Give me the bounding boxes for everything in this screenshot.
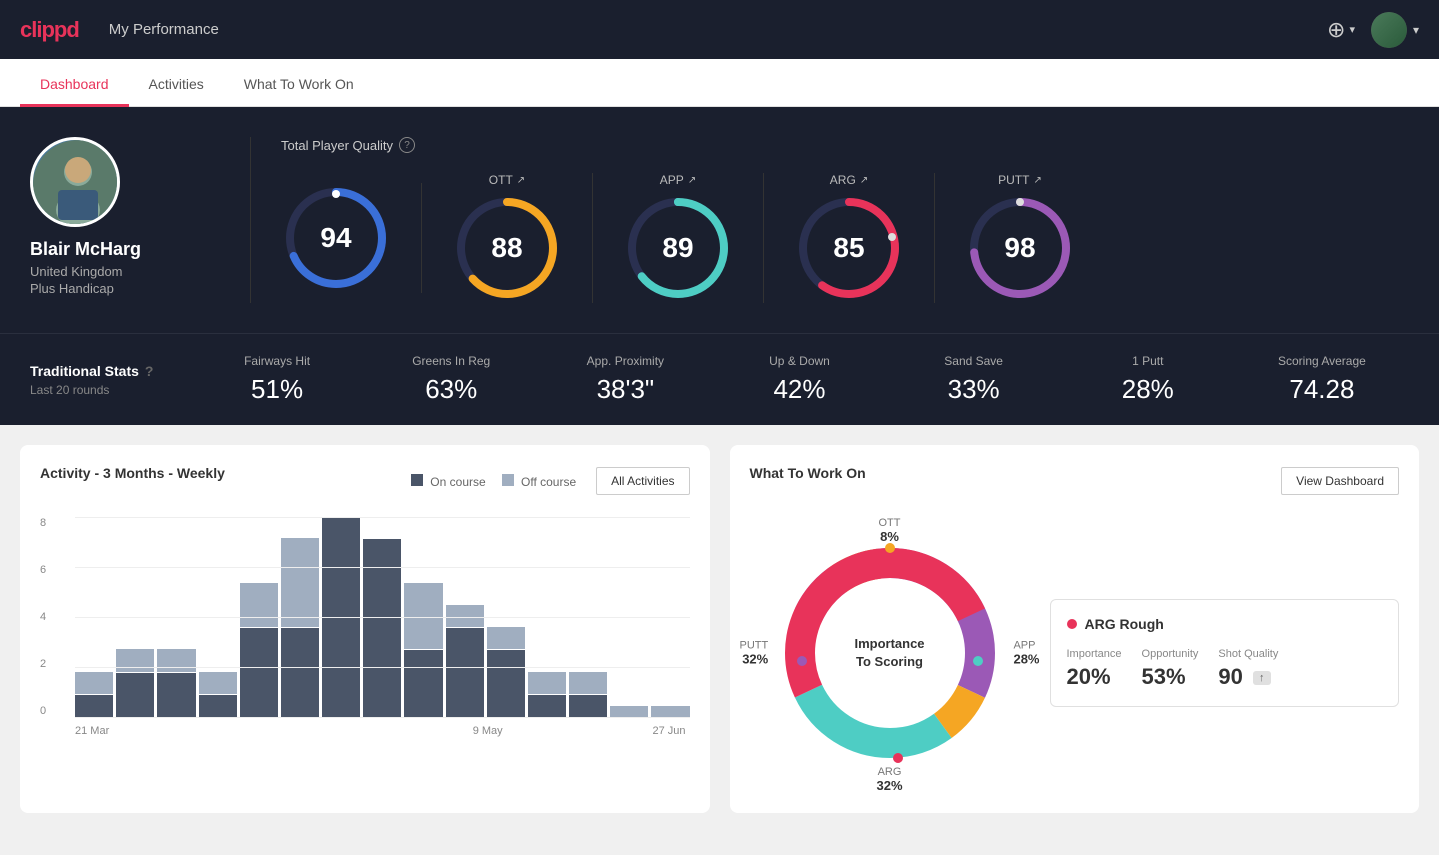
chart-wrapper: 8 6 4 2 0 21 Mar [40, 517, 690, 737]
app-donut-label: APP 28% [1013, 640, 1039, 667]
tab-what-to-work-on[interactable]: What To Work On [224, 64, 374, 107]
putt-gauge: 98 [965, 193, 1075, 303]
hero-section: Blair McHarg United Kingdom Plus Handica… [0, 107, 1439, 333]
stat-oneputt: 1 Putt 28% [1061, 354, 1235, 405]
all-activities-button[interactable]: All Activities [596, 467, 689, 495]
activity-title: Activity - 3 Months - Weekly [40, 465, 225, 481]
ott-donut-label: OTT 8% [879, 517, 901, 544]
stat-sandsave: Sand Save 33% [887, 354, 1061, 405]
info-card-title: ARG Rough [1067, 616, 1383, 632]
header-right: ⊕ ▾ ▾ [1327, 12, 1419, 48]
off-course-legend: Off course [502, 474, 576, 489]
user-dropdown-icon: ▾ [1413, 23, 1419, 37]
putt-label: PUTT ↗ [998, 173, 1042, 187]
player-handicap: Plus Handicap [30, 281, 114, 296]
what-to-work-on-card: What To Work On View Dashboard [730, 445, 1420, 813]
wtwo-header: What To Work On View Dashboard [750, 465, 1400, 497]
player-avatar-image [33, 140, 120, 227]
activity-header: Activity - 3 Months - Weekly On course O… [40, 465, 690, 497]
arg-label: ARG ↗ [830, 173, 868, 187]
avatar[interactable] [1371, 12, 1407, 48]
chart-area [75, 517, 690, 717]
stats-label: Traditional Stats ? Last 20 rounds [30, 363, 190, 397]
ott-label: OTT ↗ [489, 173, 525, 187]
stat-updown: Up & Down 42% [712, 354, 886, 405]
stats-title: Traditional Stats ? [30, 363, 190, 379]
putt-value: 98 [1004, 232, 1035, 264]
putt-donut-label: PUTT 32% [740, 640, 769, 667]
quality-help-icon[interactable]: ? [399, 137, 415, 153]
arg-metric: ARG ↗ 85 [764, 173, 935, 303]
arg-arrow-icon: ↗ [860, 175, 868, 186]
avatar-image [1371, 12, 1407, 48]
ott-metric: OTT ↗ 88 [422, 173, 593, 303]
bottom-row: Activity - 3 Months - Weekly On course O… [0, 425, 1439, 833]
activity-legend: On course Off course [411, 474, 576, 489]
header-left: clippd My Performance [20, 17, 219, 43]
info-metrics: Importance 20% Opportunity 53% Shot Qual… [1067, 648, 1383, 690]
player-info: Blair McHarg United Kingdom Plus Handica… [30, 137, 230, 296]
putt-metric: PUTT ↗ 98 [935, 173, 1105, 303]
tab-dashboard[interactable]: Dashboard [20, 64, 129, 107]
stats-section: Traditional Stats ? Last 20 rounds Fairw… [0, 333, 1439, 425]
donut-center: ImportanceTo Scoring [854, 635, 924, 671]
plus-circle-icon: ⊕ [1327, 17, 1345, 43]
shot-quality-badge: ↑ [1253, 671, 1271, 685]
opportunity-metric: Opportunity 53% [1142, 648, 1199, 690]
metrics-row: 94 OTT ↗ 88 [281, 173, 1409, 303]
app-metric: APP ↗ 89 [593, 173, 764, 303]
player-avatar [30, 137, 120, 227]
stat-proximity: App. Proximity 38'3" [538, 354, 712, 405]
arg-value: 85 [833, 232, 864, 264]
stats-help-icon[interactable]: ? [145, 363, 154, 379]
app-arrow-icon: ↗ [688, 175, 696, 186]
importance-metric: Importance 20% [1067, 648, 1122, 690]
ott-gauge: 88 [452, 193, 562, 303]
header: clippd My Performance ⊕ ▾ ▾ [0, 0, 1439, 59]
grid-lines [75, 517, 690, 717]
on-course-legend: On course [411, 474, 486, 489]
add-dropdown-icon: ▾ [1349, 23, 1355, 36]
y-axis-labels: 8 6 4 2 0 [40, 517, 46, 717]
logo: clippd [20, 17, 79, 43]
tabs-bar: Dashboard Activities What To Work On [0, 59, 1439, 107]
arg-gauge: 85 [794, 193, 904, 303]
main-score-metric: 94 [281, 183, 422, 293]
app-value: 89 [662, 232, 693, 264]
info-card: ARG Rough Importance 20% Opportunity 53%… [1050, 599, 1400, 707]
user-menu[interactable]: ▾ [1371, 12, 1419, 48]
player-name: Blair McHarg [30, 239, 141, 260]
main-score-value: 94 [320, 222, 351, 254]
wtwo-content: ImportanceTo Scoring OTT 8% APP 28% ARG … [750, 513, 1400, 793]
app-label: APP ↗ [660, 173, 696, 187]
header-title: My Performance [109, 21, 219, 38]
off-course-dot [502, 474, 514, 486]
info-dot [1067, 619, 1077, 629]
shot-quality-metric: Shot Quality 90 ↑ [1218, 648, 1278, 690]
stat-scoring: Scoring Average 74.28 [1235, 354, 1409, 405]
x-axis-labels: 21 Mar 9 May 27 Jun [75, 725, 690, 737]
view-dashboard-button[interactable]: View Dashboard [1281, 467, 1399, 495]
quality-section: Total Player Quality ? 94 [250, 137, 1409, 303]
on-course-dot [411, 474, 423, 486]
main-gauge: 94 [281, 183, 391, 293]
stat-greens: Greens In Reg 63% [364, 354, 538, 405]
donut-chart: ImportanceTo Scoring OTT 8% APP 28% ARG … [750, 513, 1030, 793]
activity-card: Activity - 3 Months - Weekly On course O… [20, 445, 710, 813]
ott-value: 88 [491, 232, 522, 264]
app-gauge: 89 [623, 193, 733, 303]
add-button[interactable]: ⊕ ▾ [1327, 17, 1355, 43]
putt-arrow-icon: ↗ [1033, 175, 1041, 186]
wtwo-title: What To Work On [750, 465, 866, 481]
stat-fairways: Fairways Hit 51% [190, 354, 364, 405]
tab-activities[interactable]: Activities [129, 64, 224, 107]
quality-label: Total Player Quality ? [281, 137, 1409, 153]
activity-controls: On course Off course All Activities [411, 467, 690, 495]
ott-arrow-icon: ↗ [517, 175, 525, 186]
stats-subtitle: Last 20 rounds [30, 383, 190, 397]
player-country: United Kingdom [30, 264, 123, 279]
arg-donut-label: ARG 32% [876, 766, 902, 793]
